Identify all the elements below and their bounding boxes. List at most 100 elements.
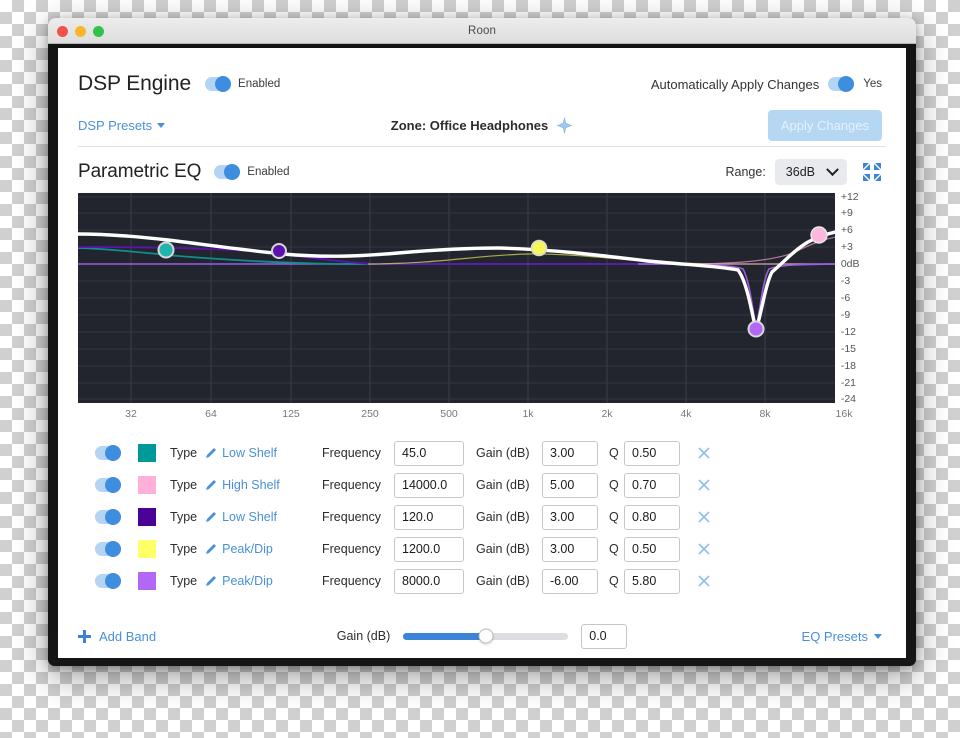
eq-bottom-toolbar: Add Band Gain (dB) EQ Presets (58, 614, 906, 658)
band-toggle-cell (78, 477, 138, 493)
band-enable-toggle[interactable] (95, 573, 121, 589)
band-color-swatch (138, 444, 156, 462)
pencil-icon (206, 544, 217, 554)
x-tick: 1k (522, 408, 534, 420)
table-row: Type High Shelf Frequency Gain (dB) Q (78, 469, 886, 501)
band-enable-toggle[interactable] (95, 477, 121, 493)
gain-input[interactable] (542, 504, 598, 530)
range-dropdown[interactable]: 36dB (774, 159, 847, 185)
auto-apply-group: Automatically Apply Changes Yes (651, 76, 882, 92)
band-color-swatch (138, 572, 156, 590)
delete-band-icon[interactable] (697, 542, 711, 556)
band-enable-toggle[interactable] (95, 541, 121, 557)
frequency-input[interactable] (394, 472, 464, 498)
band-type-cell: Type Low Shelf (170, 446, 322, 460)
band-type-value: Low Shelf (222, 446, 278, 460)
y-tick: -21 (840, 377, 857, 389)
section-title: Parametric EQ (78, 161, 202, 182)
minimize-button[interactable] (75, 26, 86, 37)
band-type-label: Type (170, 510, 198, 524)
delete-band-icon[interactable] (697, 446, 711, 460)
auto-apply-toggle-label: Yes (863, 78, 882, 90)
y-tick: -24 (840, 393, 857, 405)
frequency-input[interactable] (394, 504, 464, 530)
auto-apply-toggle[interactable] (828, 76, 855, 92)
gain-input[interactable] (542, 440, 598, 466)
band-type-cell: Type Peak/Dip (170, 542, 322, 556)
frequency-input[interactable] (394, 568, 464, 594)
dsp-engine-header: DSP Engine Enabled Automatically Apply C… (58, 48, 906, 102)
delete-band-icon[interactable] (697, 478, 711, 492)
x-tick: 8k (759, 408, 771, 420)
q-label: Q (609, 446, 619, 460)
master-gain-slider[interactable] (403, 628, 569, 644)
window-titlebar: Roon (48, 18, 916, 44)
band-type-cell: Type Low Shelf (170, 510, 322, 524)
y-tick: -12 (840, 326, 857, 338)
gain-input[interactable] (542, 568, 598, 594)
frequency-input[interactable] (394, 440, 464, 466)
band-toggle-cell (78, 573, 138, 589)
table-row: Type Low Shelf Frequency Gain (dB) Q (78, 437, 886, 469)
x-tick: 32 (125, 408, 137, 420)
x-tick: 16k (835, 408, 853, 420)
apply-changes-button[interactable]: Apply Changes (767, 109, 882, 141)
delete-band-icon[interactable] (697, 510, 711, 524)
gain-label: Gain (dB) (476, 510, 530, 524)
y-tick: -3 (840, 275, 851, 287)
app-window: Roon Office Headphones DSP Engine Enable… (48, 18, 916, 666)
eq-band-list: Type Low Shelf Frequency Gain (dB) Q (58, 425, 906, 597)
band-type-dropdown[interactable]: Peak/Dip (205, 574, 273, 588)
dsp-engine-toggle[interactable] (205, 76, 232, 92)
gain-slider-knob[interactable] (478, 628, 494, 644)
band-color-swatch (138, 476, 156, 494)
band-enable-toggle[interactable] (95, 509, 121, 525)
band-color-swatch (138, 540, 156, 558)
close-button[interactable] (57, 26, 68, 37)
band-type-dropdown[interactable]: High Shelf (205, 478, 280, 492)
x-tick: 64 (205, 408, 217, 420)
collapse-arrows-icon[interactable] (862, 162, 882, 182)
band-type-cell: Type High Shelf (170, 478, 322, 492)
frequency-label: Frequency (322, 574, 382, 588)
window-traffic-lights[interactable] (57, 26, 104, 37)
frequency-label: Frequency (322, 478, 382, 492)
band-type-dropdown[interactable]: Low Shelf (205, 510, 277, 524)
band-type-dropdown[interactable]: Peak/Dip (205, 542, 273, 556)
eq-response-graph[interactable] (78, 193, 835, 403)
summed-response-curve (78, 230, 835, 334)
band-enable-toggle[interactable] (95, 445, 121, 461)
gain-label: Gain (dB) (476, 574, 530, 588)
pencil-icon (206, 480, 217, 490)
q-input[interactable] (624, 440, 680, 466)
band-type-value: Peak/Dip (222, 574, 273, 588)
q-input[interactable] (624, 536, 680, 562)
zoom-button[interactable] (93, 26, 104, 37)
gain-input[interactable] (542, 472, 598, 498)
x-tick: 4k (680, 408, 692, 420)
band-type-cell: Type Peak/Dip (170, 574, 322, 588)
page-title: DSP Engine (78, 72, 192, 95)
frequency-label: Frequency (322, 510, 382, 524)
parametric-eq-toggle[interactable] (214, 164, 241, 180)
x-tick: 2k (601, 408, 613, 420)
q-input[interactable] (624, 568, 680, 594)
q-input[interactable] (624, 504, 680, 530)
band-type-dropdown[interactable]: Low Shelf (205, 446, 277, 460)
band-handle-low-shelf-120 (271, 243, 287, 259)
dsp-enable-group: Enabled (205, 76, 280, 92)
frequency-input[interactable] (394, 536, 464, 562)
master-gain-input[interactable] (581, 623, 628, 649)
dsp-presets-dropdown[interactable]: DSP Presets (78, 118, 166, 133)
gain-input[interactable] (542, 536, 598, 562)
band-toggle-cell (78, 541, 138, 557)
peq-enable-group: Enabled (214, 164, 290, 180)
q-label: Q (609, 510, 619, 524)
graph-gridlines-horizontal (78, 196, 835, 400)
q-input[interactable] (624, 472, 680, 498)
delete-band-icon[interactable] (697, 574, 711, 588)
band-handle-high-shelf-14000 (810, 226, 828, 244)
zone-label: Zone: Office Headphones (390, 117, 549, 133)
range-value: 36dB (785, 165, 815, 179)
gain-slider-fill (403, 632, 486, 640)
